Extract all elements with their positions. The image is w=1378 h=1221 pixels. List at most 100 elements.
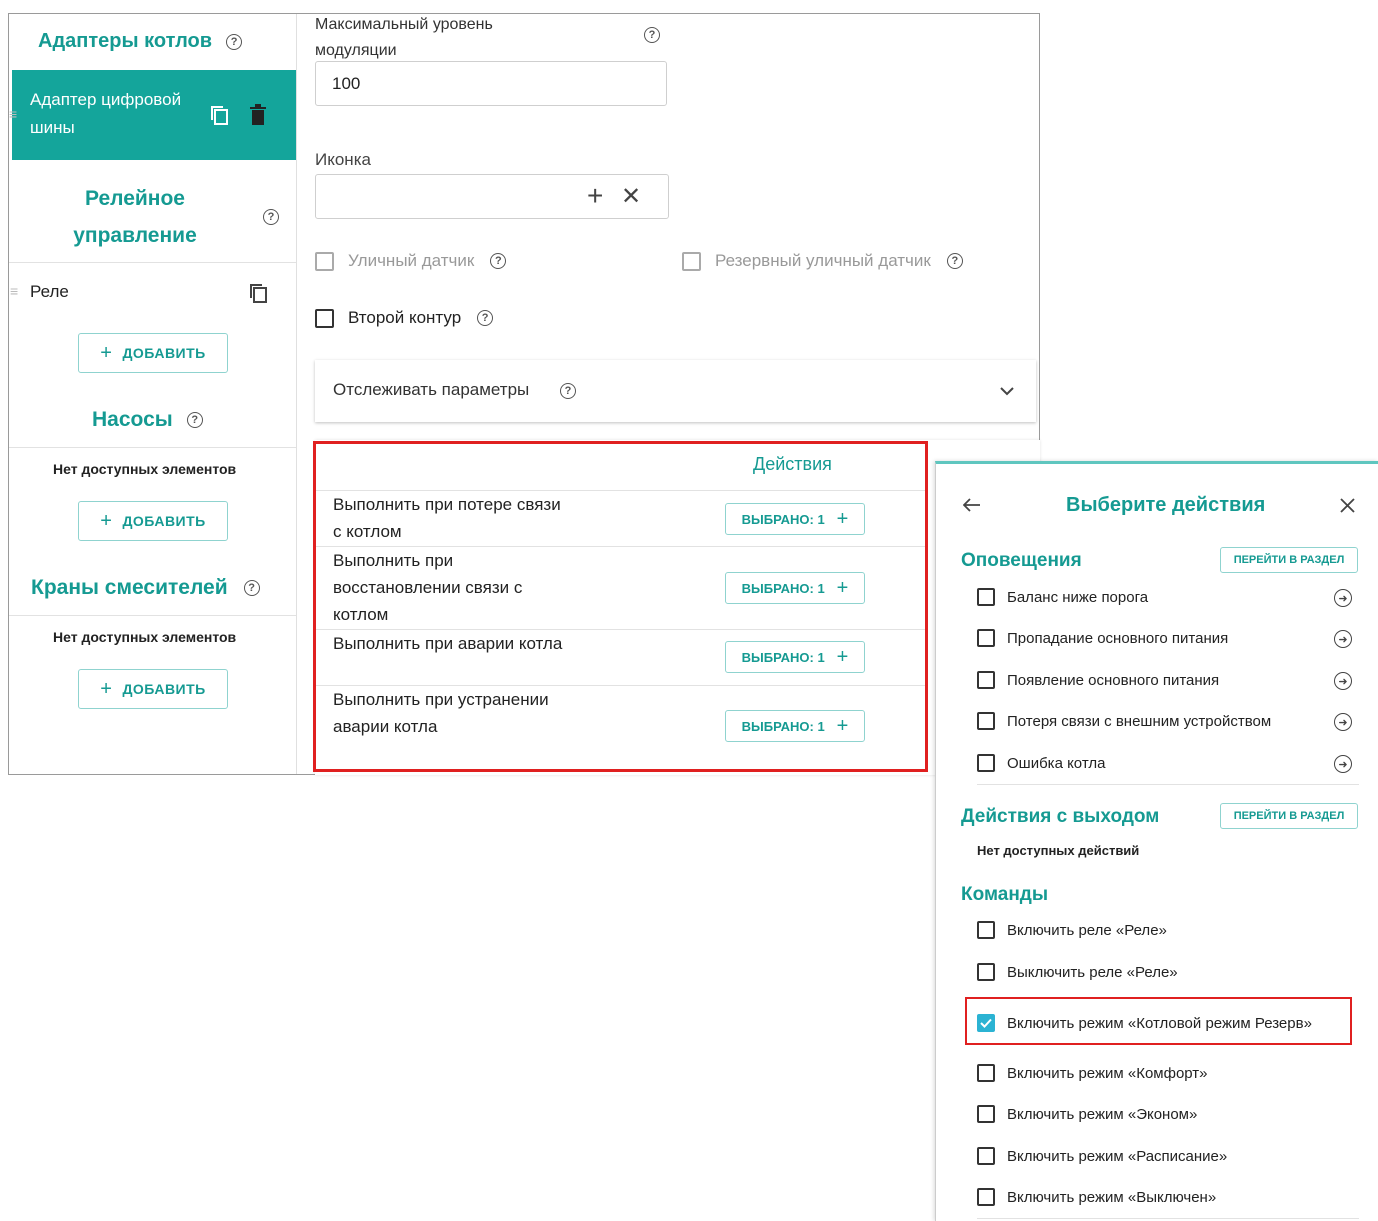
copy-icon[interactable] [248, 282, 270, 304]
close-icon[interactable] [1340, 498, 1355, 513]
command-checkbox[interactable] [977, 1188, 995, 1206]
reserve-sensor-checkbox[interactable] [682, 251, 701, 271]
street-sensor-option[interactable]: Уличный датчик ? [315, 251, 507, 271]
reserve-sensor-label: Резервный уличный датчик [715, 251, 931, 270]
modulation-value: 100 [332, 74, 361, 93]
arrow-right-circle-icon[interactable]: ➜ [1334, 672, 1352, 690]
help-icon[interactable]: ? [644, 27, 660, 43]
second-circuit-option[interactable]: Второй контур ? [315, 308, 494, 328]
command-checkbox[interactable] [977, 1147, 995, 1165]
chevron-down-icon[interactable] [1000, 386, 1014, 396]
help-icon[interactable]: ? [560, 383, 576, 399]
notification-checkbox[interactable] [977, 712, 995, 730]
selected-count: ВЫБРАНО: 1 [741, 511, 825, 527]
command-option[interactable]: Включить режим «Комфорт» [977, 1063, 1208, 1083]
arrow-right-circle-icon[interactable]: ➜ [1334, 589, 1352, 607]
command-checkbox[interactable] [977, 963, 995, 981]
plus-icon: + [100, 509, 113, 532]
selected-actions-button[interactable]: ВЫБРАНО: 1 + [725, 503, 865, 535]
mixers-title-row: Краны смесителей ? [31, 576, 260, 600]
sidebar-item-label: Адаптер цифровой шины [30, 90, 182, 137]
street-sensor-label: Уличный датчик [348, 251, 475, 270]
selected-actions-button[interactable]: ВЫБРАНО: 1 + [725, 641, 865, 673]
command-option[interactable]: Включить режим «Эконом» [977, 1104, 1197, 1124]
notification-label: Появление основного питания [1007, 671, 1220, 689]
command-option[interactable]: Включить режим «Котловой режим Резерв» [977, 1013, 1312, 1033]
notification-checkbox[interactable] [977, 588, 995, 606]
add-pump-button[interactable]: + ДОБАВИТЬ [78, 501, 228, 541]
second-circuit-label: Второй контур [348, 308, 462, 327]
command-option[interactable]: Включить режим «Выключен» [977, 1187, 1216, 1207]
command-option[interactable]: Включить режим «Расписание» [977, 1146, 1227, 1166]
table-row-label: Выполнить при восстановлении связи с кот… [333, 551, 523, 624]
help-icon[interactable]: ? [186, 412, 203, 428]
trash-icon[interactable] [249, 104, 267, 126]
add-mixer-button[interactable]: + ДОБАВИТЬ [78, 669, 228, 709]
icon-input[interactable]: + ✕ [315, 174, 669, 219]
selected-actions-button[interactable]: ВЫБРАНО: 1 + [725, 572, 865, 604]
command-option[interactable]: Выключить реле «Реле» [977, 962, 1178, 982]
plus-icon: + [100, 341, 113, 364]
add-relay-button[interactable]: + ДОБАВИТЬ [78, 333, 228, 373]
help-icon[interactable]: ? [490, 253, 507, 269]
clear-icon[interactable]: ✕ [621, 182, 641, 211]
plus-icon: + [100, 677, 113, 700]
pumps-empty-text: Нет доступных элементов [53, 461, 237, 477]
help-icon[interactable]: ? [226, 33, 243, 50]
notification-label: Потеря связи с внешним устройством [1007, 712, 1272, 730]
track-params-label: Отслеживать параметры [333, 380, 530, 399]
second-circuit-checkbox[interactable] [315, 308, 334, 328]
help-icon[interactable]: ? [263, 209, 279, 225]
reserve-sensor-option[interactable]: Резервный уличный датчик ? [682, 251, 963, 271]
add-icon[interactable]: + [587, 180, 603, 212]
selected-actions-button[interactable]: ВЫБРАНО: 1 + [725, 710, 865, 742]
notification-label: Пропадание основного питания [1007, 629, 1229, 647]
copy-icon[interactable] [209, 104, 231, 126]
adapters-title: Адаптеры котлов [38, 30, 213, 52]
notification-option[interactable]: Ошибка котла [977, 753, 1105, 773]
command-checkbox[interactable] [977, 921, 995, 939]
command-option[interactable]: Включить реле «Реле» [977, 920, 1167, 940]
track-params-panel[interactable]: Отслеживать параметры ? [315, 360, 1036, 422]
command-label: Включить режим «Комфорт» [1007, 1064, 1208, 1082]
arrow-right-circle-icon[interactable]: ➜ [1334, 713, 1352, 731]
commands-title: Команды [961, 884, 1049, 905]
selected-count: ВЫБРАНО: 1 [741, 580, 825, 596]
panel-title: Выберите действия [1066, 494, 1266, 516]
sidebar-item-adapter[interactable]: Адаптер цифровой шины [12, 70, 296, 160]
goto-section-button[interactable]: ПЕРЕЙТИ В РАЗДЕЛ [1220, 803, 1358, 829]
notification-label: Баланс ниже порога [1007, 588, 1149, 606]
adapters-title-row: Адаптеры котлов ? [38, 30, 243, 53]
notification-option[interactable]: Баланс ниже порога [977, 587, 1148, 607]
drag-handle-icon[interactable]: ≡ [10, 283, 18, 299]
notification-option[interactable]: Появление основного питания [977, 670, 1219, 690]
command-checkbox[interactable] [977, 1105, 995, 1123]
notification-checkbox[interactable] [977, 629, 995, 647]
command-checkbox-checked[interactable] [977, 1014, 995, 1032]
notification-label: Ошибка котла [1007, 754, 1106, 772]
sidebar-item-relay[interactable]: Реле [30, 282, 69, 302]
divider [9, 262, 296, 263]
help-icon[interactable]: ? [477, 310, 494, 326]
notification-option[interactable]: Потеря связи с внешним устройством [977, 711, 1271, 731]
selected-count: ВЫБРАНО: 1 [741, 718, 825, 734]
arrow-right-circle-icon[interactable]: ➜ [1334, 755, 1352, 773]
arrow-right-circle-icon[interactable]: ➜ [1334, 630, 1352, 648]
drag-handle-icon[interactable]: ≡ [9, 106, 17, 122]
notification-checkbox[interactable] [977, 671, 995, 689]
notifications-title: Оповещения [961, 550, 1082, 571]
modulation-input[interactable]: 100 [315, 61, 667, 106]
back-arrow-icon[interactable] [963, 498, 981, 512]
plus-icon: + [836, 645, 849, 668]
help-icon[interactable]: ? [243, 580, 260, 596]
notification-checkbox[interactable] [977, 754, 995, 772]
street-sensor-checkbox[interactable] [315, 251, 334, 271]
table-row-label: Выполнить при устранении аварии котла [333, 690, 549, 736]
command-label: Включить режим «Расписание» [1007, 1147, 1228, 1165]
goto-section-button[interactable]: ПЕРЕЙТИ В РАЗДЕЛ [1220, 547, 1358, 573]
notification-option[interactable]: Пропадание основного питания [977, 628, 1228, 648]
help-icon[interactable]: ? [946, 253, 963, 269]
command-checkbox[interactable] [977, 1064, 995, 1082]
plus-icon: + [836, 714, 849, 737]
icon-label: Иконка [315, 150, 371, 169]
